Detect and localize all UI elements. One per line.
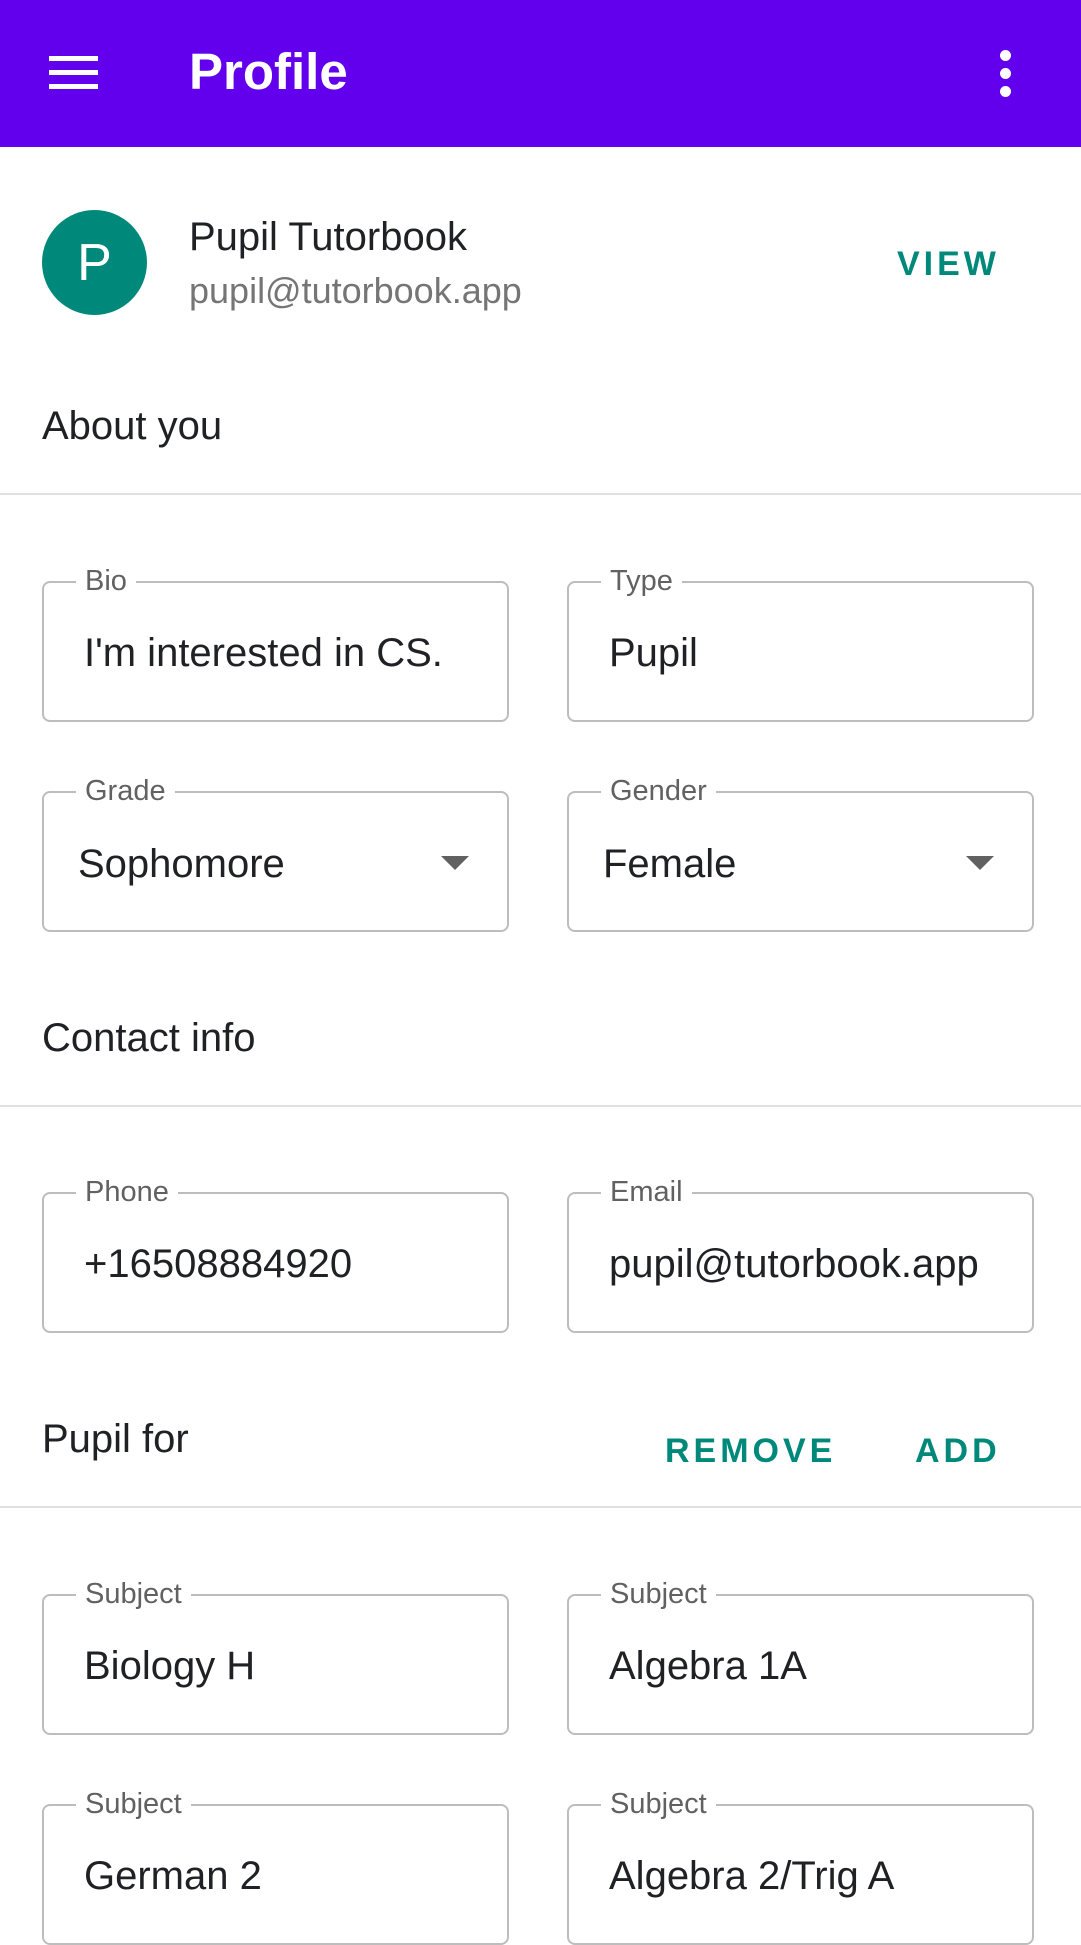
divider xyxy=(0,493,1081,495)
email-value: pupil@tutorbook.app xyxy=(609,1242,979,1286)
dropdown-arrow-icon xyxy=(441,856,469,870)
gender-label: Gender xyxy=(601,775,716,807)
phone-field[interactable]: Phone +16508884920 xyxy=(42,1176,509,1333)
avatar: P xyxy=(42,210,147,315)
bio-field[interactable]: Bio I'm interested in CS. xyxy=(42,565,509,722)
gender-select[interactable]: Gender Female xyxy=(567,775,1034,932)
bio-label: Bio xyxy=(76,565,136,597)
top-app-bar: Profile xyxy=(0,0,1081,147)
hamburger-menu-icon[interactable] xyxy=(49,56,98,90)
subject-label: Subject xyxy=(601,1578,716,1610)
divider xyxy=(0,1105,1081,1107)
grade-label: Grade xyxy=(76,775,175,807)
subject-field[interactable]: Subject German 2 xyxy=(42,1788,509,1945)
add-subject-button[interactable]: ADD xyxy=(915,1429,1001,1473)
type-label: Type xyxy=(601,565,682,597)
subject-field[interactable]: Subject Algebra 2/Trig A xyxy=(567,1788,1034,1945)
subject-label: Subject xyxy=(76,1578,191,1610)
view-profile-button[interactable]: VIEW xyxy=(897,242,1000,286)
subject-value: Algebra 2/Trig A xyxy=(609,1854,895,1898)
subject-value: Biology H xyxy=(84,1644,256,1688)
section-title-contact: Contact info xyxy=(42,1016,256,1060)
subject-field[interactable]: Subject Algebra 1A xyxy=(567,1578,1034,1735)
grade-select[interactable]: Grade Sophomore xyxy=(42,775,509,932)
gender-value: Female xyxy=(603,842,737,886)
email-label: Email xyxy=(601,1176,692,1208)
dropdown-arrow-icon xyxy=(966,856,994,870)
subject-value: German 2 xyxy=(84,1854,262,1898)
subject-field[interactable]: Subject Biology H xyxy=(42,1578,509,1735)
user-name: Pupil Tutorbook xyxy=(189,215,467,259)
email-field[interactable]: Email pupil@tutorbook.app xyxy=(567,1176,1034,1333)
subject-value: Algebra 1A xyxy=(609,1644,807,1688)
section-title-about: About you xyxy=(42,404,223,448)
grade-value: Sophomore xyxy=(78,842,285,886)
type-value: Pupil xyxy=(609,631,698,675)
phone-label: Phone xyxy=(76,1176,178,1208)
type-field[interactable]: Type Pupil xyxy=(567,565,1034,722)
bio-value: I'm interested in CS. xyxy=(84,631,443,675)
subject-label: Subject xyxy=(601,1788,716,1820)
subject-label: Subject xyxy=(76,1788,191,1820)
more-vert-icon[interactable] xyxy=(995,50,1015,98)
phone-value: +16508884920 xyxy=(84,1242,353,1286)
section-title-pupil-for: Pupil for xyxy=(42,1417,189,1461)
page-title: Profile xyxy=(189,43,348,100)
divider xyxy=(0,1506,1081,1508)
user-email: pupil@tutorbook.app xyxy=(189,270,522,311)
remove-subject-button[interactable]: REMOVE xyxy=(665,1429,836,1473)
